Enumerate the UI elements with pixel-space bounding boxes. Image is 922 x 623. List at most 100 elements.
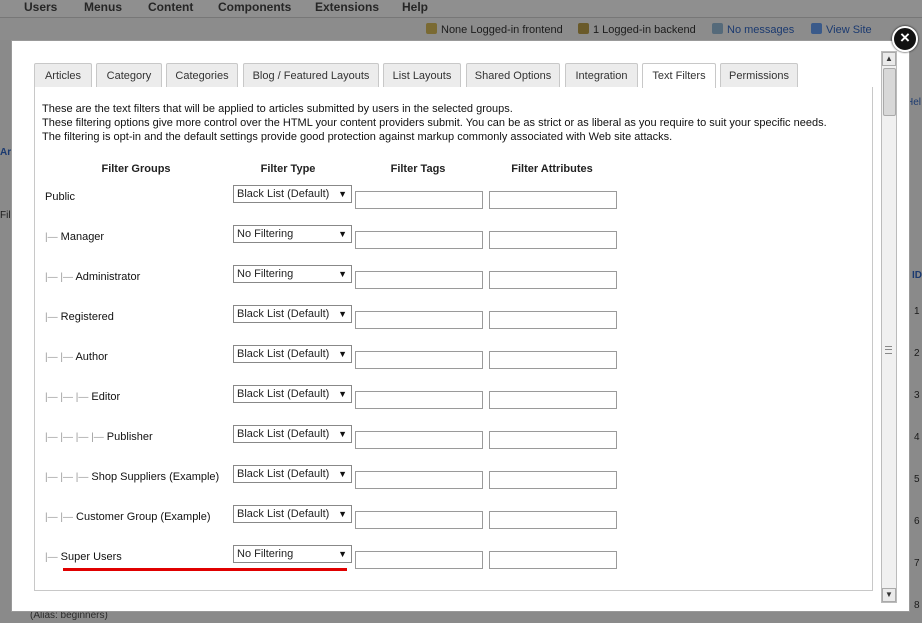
filter-type-select[interactable]: Black List (Default) ▼ — [233, 465, 352, 483]
group-name: Editor — [91, 391, 121, 403]
bg-fragment: 5 — [914, 474, 920, 485]
dropdown-arrow-icon: ▼ — [338, 349, 347, 359]
tree-indent: |— — [45, 312, 58, 323]
tree-indent: |— |— |— — [45, 392, 89, 403]
filter-group-label: |— Manager — [45, 231, 104, 243]
filter-attributes-input[interactable] — [489, 351, 617, 369]
filter-attributes-input[interactable] — [489, 271, 617, 289]
filter-type-value: Black List (Default) — [237, 188, 330, 200]
group-name: Author — [75, 351, 108, 363]
dropdown-arrow-icon: ▼ — [338, 469, 347, 479]
filter-attributes-input[interactable] — [489, 191, 617, 209]
options-modal: Articles Category Categories Blog / Feat… — [11, 40, 910, 612]
filter-type-select[interactable]: Black List (Default) ▼ — [233, 425, 352, 443]
filter-tags-input[interactable] — [355, 471, 483, 489]
tree-indent: |— |— — [45, 272, 73, 283]
background-menu-bar: Users Menus Content Components Extension… — [0, 0, 922, 18]
bg-frontend-status: None Logged-in frontend — [426, 23, 563, 36]
bg-backend-status: 1 Logged-in backend — [578, 23, 696, 36]
user-icon — [578, 23, 589, 34]
filter-tags-input[interactable] — [355, 551, 483, 569]
filter-type-select[interactable]: Black List (Default) ▼ — [233, 185, 352, 203]
monitor-icon — [811, 23, 822, 34]
filter-tags-input[interactable] — [355, 191, 483, 209]
group-name: Customer Group (Example) — [76, 511, 211, 523]
background-status-bar: None Logged-in frontend 1 Logged-in back… — [0, 18, 922, 40]
bg-fragment: 4 — [914, 432, 920, 443]
scroll-down-button[interactable]: ▼ — [882, 588, 896, 602]
group-name: Shop Suppliers (Example) — [91, 471, 220, 483]
filter-type-value: Black List (Default) — [237, 428, 330, 440]
filter-tags-input[interactable] — [355, 231, 483, 249]
filter-group-label: |— Registered — [45, 311, 114, 323]
scroll-up-button[interactable]: ▲ — [882, 52, 896, 66]
filter-type-select[interactable]: Black List (Default) ▼ — [233, 345, 352, 363]
filter-tags-input[interactable] — [355, 311, 483, 329]
column-filter-type: Filter Type — [260, 163, 316, 175]
filter-group-label: |— Super Users — [45, 551, 122, 563]
tab-blog-featured-layouts[interactable]: Blog / Featured Layouts — [243, 63, 379, 87]
filter-tags-input[interactable] — [355, 511, 483, 529]
dropdown-arrow-icon: ▼ — [338, 509, 347, 519]
filter-type-select[interactable]: Black List (Default) ▼ — [233, 385, 352, 403]
filter-type-select[interactable]: Black List (Default) ▼ — [233, 305, 352, 323]
filter-type-select[interactable]: No Filtering ▼ — [233, 225, 352, 243]
close-modal-button[interactable]: × — [892, 26, 918, 52]
tab-text-filters[interactable]: Text Filters — [642, 63, 716, 88]
bg-fragment: 7 — [914, 558, 920, 569]
column-filter-groups: Filter Groups — [101, 163, 171, 175]
filter-attributes-input[interactable] — [489, 471, 617, 489]
filter-group-label: |— |— Administrator — [45, 271, 140, 283]
bg-menu-menus: Menus — [84, 0, 123, 14]
tree-indent: |— — [45, 552, 58, 563]
dropdown-arrow-icon: ▼ — [338, 549, 347, 559]
filter-group-label: |— |— |— Shop Suppliers (Example) — [45, 471, 219, 483]
tab-articles[interactable]: Articles — [34, 63, 92, 87]
filter-type-select[interactable]: No Filtering ▼ — [233, 545, 352, 563]
description-line-1: These are the text filters that will be … — [42, 103, 513, 115]
bg-fragment: 3 — [914, 390, 920, 401]
tab-permissions[interactable]: Permissions — [720, 63, 798, 87]
filter-tags-input[interactable] — [355, 431, 483, 449]
text-filters-panel: These are the text filters that will be … — [34, 87, 873, 591]
tab-categories[interactable]: Categories — [166, 63, 238, 87]
description-line-2: These filtering options give more contro… — [42, 117, 827, 143]
filter-tags-input[interactable] — [355, 271, 483, 289]
modal-scrollbar[interactable]: ▲ ▼ — [881, 51, 897, 603]
filter-attributes-input[interactable] — [489, 231, 617, 249]
tab-integration[interactable]: Integration — [565, 63, 638, 87]
mail-icon — [712, 23, 723, 34]
bg-fragment: Fil — [0, 210, 11, 221]
filter-attributes-input[interactable] — [489, 511, 617, 529]
tab-category[interactable]: Category — [96, 63, 162, 87]
filter-attributes-input[interactable] — [489, 551, 617, 569]
tab-list-layouts[interactable]: List Layouts — [383, 63, 461, 87]
filter-type-select[interactable]: Black List (Default) ▼ — [233, 505, 352, 523]
tab-shared-options[interactable]: Shared Options — [466, 63, 560, 87]
users-icon — [426, 23, 437, 34]
bg-menu-content: Content — [148, 0, 194, 14]
bg-menu-help: Help — [402, 0, 429, 14]
dropdown-arrow-icon: ▼ — [338, 389, 347, 399]
column-filter-attributes: Filter Attributes — [511, 163, 593, 175]
filter-attributes-input[interactable] — [489, 311, 617, 329]
dropdown-arrow-icon: ▼ — [338, 429, 347, 439]
filter-type-select[interactable]: No Filtering ▼ — [233, 265, 352, 283]
group-name: Publisher — [106, 431, 153, 443]
filter-tags-input[interactable] — [355, 391, 483, 409]
tree-indent: |— |— — [45, 352, 73, 363]
scroll-grip-icon — [885, 346, 892, 354]
bg-fragment: 1 — [914, 306, 920, 317]
dropdown-arrow-icon: ▼ — [338, 189, 347, 199]
bg-fragment: Ar — [0, 147, 12, 158]
bg-messages: No messages — [712, 23, 794, 36]
filter-tags-input[interactable] — [355, 351, 483, 369]
scroll-thumb[interactable] — [883, 68, 896, 116]
tree-indent: |— |— |— — [45, 472, 89, 483]
filter-group-label: |— |— Author — [45, 351, 108, 363]
column-filter-tags: Filter Tags — [390, 163, 446, 175]
filter-attributes-input[interactable] — [489, 431, 617, 449]
bg-menu-users: Users — [24, 0, 58, 14]
group-name: Super Users — [60, 551, 122, 563]
filter-attributes-input[interactable] — [489, 391, 617, 409]
